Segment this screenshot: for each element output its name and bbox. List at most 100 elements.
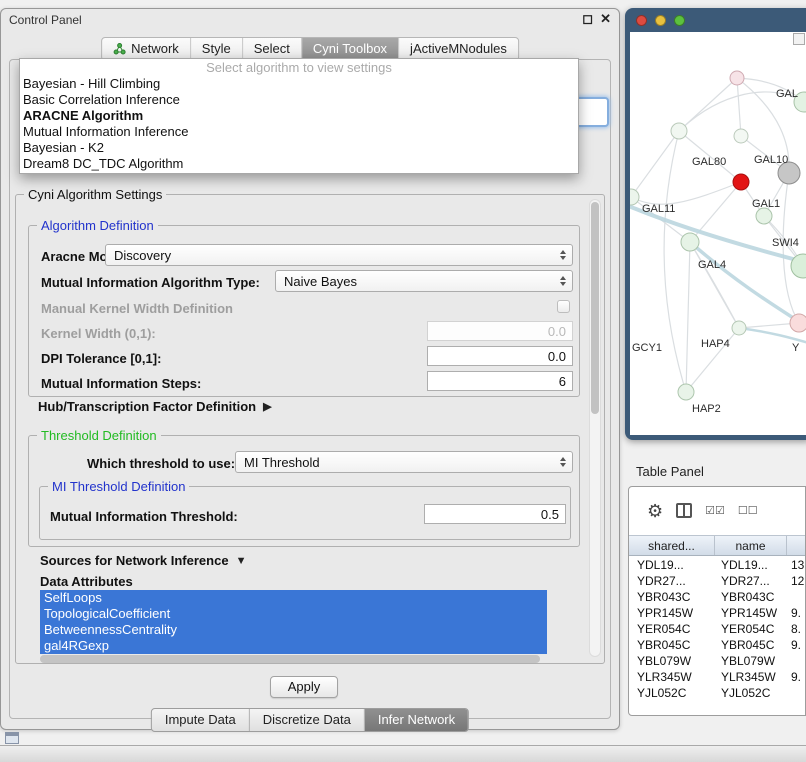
network-node[interactable] — [681, 233, 699, 251]
table-row: YLR345W YLR345W 9. — [629, 669, 805, 685]
select-all-columns-icon[interactable]: ☑☑ — [705, 504, 725, 517]
unselect-all-columns-icon[interactable]: ☐☐ — [738, 504, 758, 517]
hub-transcription-factor-section[interactable]: Hub/Transcription Factor Definition ▶ — [38, 399, 272, 414]
aracne-mode-combobox[interactable]: Discovery — [105, 244, 573, 266]
tab-style[interactable]: Style — [190, 38, 242, 60]
table-cell[interactable]: 8. — [787, 621, 805, 637]
network-node[interactable] — [756, 208, 772, 224]
table-cell[interactable]: YBL079W — [629, 653, 715, 669]
table-cell[interactable]: 9. — [787, 605, 805, 621]
threshold-definition-group: Threshold Definition Which threshold to … — [28, 435, 580, 547]
column-header-shared-name[interactable]: shared... — [629, 536, 715, 555]
network-node[interactable] — [734, 129, 748, 143]
tab-label: jActiveMNodules — [410, 41, 507, 56]
table-cell[interactable]: 13 — [787, 557, 805, 573]
mi-threshold-input[interactable] — [424, 504, 566, 524]
sources-for-network-inference-section[interactable]: Sources for Network Inference ▼ — [40, 553, 246, 568]
show-columns-icon[interactable] — [676, 503, 692, 518]
screenshot-root: Control Panel ◻ ✕ Network Style S — [0, 0, 806, 762]
kernel-width-label: Kernel Width (0,1): — [41, 326, 156, 341]
network-node-red[interactable] — [733, 174, 749, 190]
table-cell[interactable]: YDR27... — [629, 573, 715, 589]
node-label: GAL4 — [698, 259, 726, 271]
window-traffic-lights — [636, 15, 685, 26]
manual-kernel-width-checkbox — [557, 300, 570, 313]
table-cell[interactable]: YBL079W — [715, 653, 787, 669]
table-cell[interactable]: 9. — [787, 637, 805, 653]
float-window-icon[interactable]: ◻ — [582, 11, 593, 27]
table-cell[interactable] — [787, 589, 805, 605]
network-icon — [113, 43, 126, 55]
algorithm-dropdown-popup: Select algorithm to view settings Bayesi… — [19, 58, 579, 174]
cyni-algorithm-settings-group: Cyni Algorithm Settings Algorithm Defini… — [15, 194, 605, 664]
table-cell[interactable]: YER054C — [629, 621, 715, 637]
tab-infer-network[interactable]: Infer Network — [364, 709, 468, 731]
close-traffic-light-icon[interactable] — [636, 15, 647, 26]
node-label: HAP4 — [701, 338, 730, 350]
dropdown-item[interactable]: Basic Correlation Inference — [20, 92, 578, 108]
table-cell[interactable] — [787, 685, 805, 701]
dropdown-item[interactable]: Mutual Information Inference — [20, 124, 578, 140]
table-panel: ⚙ ☑☑ ☐☐ shared... name YDL19... YDL19...… — [628, 486, 806, 716]
network-node[interactable] — [790, 314, 806, 332]
dpi-tolerance-input[interactable] — [427, 346, 573, 366]
tab-select[interactable]: Select — [242, 38, 301, 60]
table-cell[interactable]: YBR045C — [715, 637, 787, 653]
tab-cyni-toolbox[interactable]: Cyni Toolbox — [301, 38, 398, 60]
attribute-list-item[interactable]: TopologicalCoefficient — [40, 606, 547, 622]
dropdown-item[interactable]: Bayesian - K2 — [20, 140, 578, 156]
table-cell[interactable]: YPR145W — [715, 605, 787, 621]
minimize-traffic-light-icon[interactable] — [655, 15, 666, 26]
tab-impute-data[interactable]: Impute Data — [152, 709, 249, 731]
table-cell[interactable]: YDL19... — [715, 557, 787, 573]
network-node[interactable] — [678, 384, 694, 400]
table-cell[interactable]: YJL052C — [629, 685, 715, 701]
zoom-traffic-light-icon[interactable] — [674, 15, 685, 26]
attribute-list-item[interactable]: BetweennessCentrality — [40, 622, 547, 638]
attribute-list-item[interactable]: gal4RGexp — [40, 638, 547, 654]
mi-steps-input[interactable] — [427, 371, 573, 391]
control-panel-titlebar: Control Panel ◻ ✕ — [1, 9, 619, 31]
which-threshold-combobox[interactable]: MI Threshold — [235, 451, 573, 473]
table-panel-toolbar: ⚙ ☑☑ ☐☐ — [629, 487, 805, 534]
tab-network[interactable]: Network — [102, 38, 190, 60]
table-cell[interactable]: YBR043C — [715, 589, 787, 605]
table-cell[interactable]: YLR345W — [629, 669, 715, 685]
table-cell[interactable]: YLR345W — [715, 669, 787, 685]
mi-algorithm-type-combobox[interactable]: Naive Bayes — [275, 270, 573, 292]
mi-threshold-label: Mutual Information Threshold: — [50, 509, 238, 524]
table-cell[interactable]: YDR27... — [715, 573, 787, 589]
restore-panel-icon[interactable] — [5, 732, 19, 744]
scrollbar-thumb[interactable] — [591, 202, 599, 414]
network-node[interactable] — [671, 123, 687, 139]
table-cell[interactable]: YDL19... — [629, 557, 715, 573]
table-cell[interactable]: YBR045C — [629, 637, 715, 653]
network-canvas[interactable]: GAL GAL80 GAL10 GAL11 GAL1 SWI4 GAL4 GCY… — [630, 32, 806, 435]
network-node[interactable] — [732, 321, 746, 335]
combobox-value: Discovery — [114, 248, 171, 263]
table-cell[interactable]: YPR145W — [629, 605, 715, 621]
attributes-horizontal-scrollbar[interactable] — [40, 655, 540, 663]
network-node[interactable] — [730, 71, 744, 85]
table-row: YER054C YER054C 8. — [629, 621, 805, 637]
tab-discretize-data[interactable]: Discretize Data — [249, 709, 364, 731]
dropdown-item[interactable]: Dream8 DC_TDC Algorithm — [20, 156, 578, 172]
close-window-icon[interactable]: ✕ — [600, 11, 611, 27]
node-label: GAL1 — [752, 198, 780, 210]
table-cell[interactable]: 9. — [787, 669, 805, 685]
table-cell[interactable]: YBR043C — [629, 589, 715, 605]
tab-jactivemodules[interactable]: jActiveMNodules — [398, 38, 518, 60]
dropdown-item[interactable]: Bayesian - Hill Climbing — [20, 76, 578, 92]
column-header-clipped[interactable] — [787, 536, 805, 555]
table-cell[interactable] — [787, 653, 805, 669]
table-row: YBR043C YBR043C — [629, 589, 805, 605]
gear-icon[interactable]: ⚙ — [647, 502, 663, 520]
column-header-name[interactable]: name — [715, 536, 787, 555]
dropdown-item-selected[interactable]: ARACNE Algorithm — [20, 108, 578, 124]
table-cell[interactable]: 12 — [787, 573, 805, 589]
apply-button[interactable]: Apply — [270, 676, 338, 698]
table-cell[interactable]: YER054C — [715, 621, 787, 637]
attribute-list-item[interactable]: SelfLoops — [40, 590, 547, 606]
table-cell[interactable]: YJL052C — [715, 685, 787, 701]
settings-vertical-scrollbar[interactable] — [589, 199, 601, 657]
